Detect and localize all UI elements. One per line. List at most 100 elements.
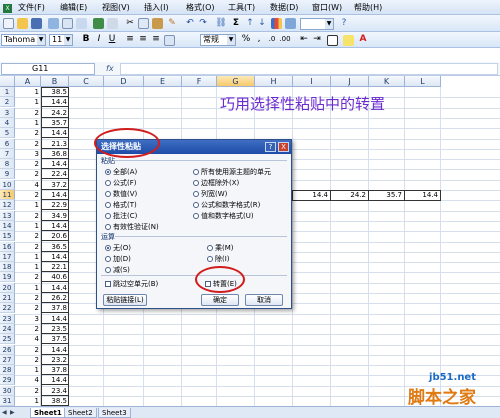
open-icon[interactable] bbox=[17, 18, 28, 29]
first-sheet-icon[interactable]: ◀ bbox=[2, 408, 7, 418]
row-header-18[interactable]: 18 bbox=[0, 262, 15, 273]
row-header-25[interactable]: 25 bbox=[0, 334, 15, 345]
row-header-10[interactable]: 10 bbox=[0, 179, 15, 190]
radio-paste-validation[interactable]: 有效性验证(N) bbox=[105, 223, 159, 231]
cell-a16[interactable]: 2 bbox=[15, 242, 41, 252]
row-header-30[interactable]: 30 bbox=[0, 385, 15, 396]
column-header-l[interactable]: L bbox=[405, 76, 441, 87]
radio-paste-formulas[interactable]: 公式(F) bbox=[105, 179, 137, 187]
cell-a29[interactable]: 4 bbox=[15, 375, 41, 385]
column-header-j[interactable]: J bbox=[331, 76, 369, 87]
cell-a24[interactable]: 2 bbox=[15, 324, 41, 334]
align-left-icon[interactable]: ≡ bbox=[124, 34, 136, 45]
radio-op-none[interactable]: 无(O) bbox=[105, 244, 131, 252]
bold-button[interactable]: B bbox=[80, 34, 92, 45]
cell-a19[interactable]: 2 bbox=[15, 272, 41, 282]
tab-sheet1[interactable]: Sheet1 bbox=[30, 408, 66, 418]
format-painter-icon[interactable]: ✎ bbox=[166, 18, 178, 29]
autosum-icon[interactable]: Σ bbox=[230, 18, 242, 29]
cell-a27[interactable]: 2 bbox=[15, 355, 41, 365]
row-header-21[interactable]: 21 bbox=[0, 293, 15, 303]
new-icon[interactable] bbox=[3, 18, 14, 29]
increase-decimal-icon[interactable]: .0 bbox=[266, 34, 278, 45]
cell-a28[interactable]: 1 bbox=[15, 365, 41, 375]
cell-a1[interactable]: 1 bbox=[15, 87, 41, 97]
row-header-9[interactable]: 9 bbox=[0, 169, 15, 180]
cell-a23[interactable]: 3 bbox=[15, 314, 41, 324]
paste-icon[interactable] bbox=[152, 18, 163, 29]
cell-a13[interactable]: 2 bbox=[15, 211, 41, 221]
row-header-2[interactable]: 2 bbox=[0, 97, 15, 108]
column-header-k[interactable]: K bbox=[369, 76, 405, 87]
row-header-28[interactable]: 28 bbox=[0, 365, 15, 376]
cell-a25[interactable]: 4 bbox=[15, 334, 41, 344]
cell-a20[interactable]: 1 bbox=[15, 283, 41, 293]
print-preview-icon[interactable] bbox=[76, 18, 87, 29]
skip-blanks-checkbox[interactable]: 跳过空单元(B) bbox=[105, 280, 158, 288]
hyperlink-icon[interactable]: ⛓ bbox=[215, 18, 227, 29]
research-icon[interactable] bbox=[107, 18, 118, 29]
chart-wizard-icon[interactable] bbox=[271, 18, 282, 29]
cell-a4[interactable]: 1 bbox=[15, 118, 41, 128]
radio-op-divide[interactable]: 除(I) bbox=[207, 255, 230, 263]
cut-icon[interactable]: ✂ bbox=[124, 18, 136, 29]
row-header-27[interactable]: 27 bbox=[0, 354, 15, 365]
radio-paste-formulas-numbers[interactable]: 公式和数字格式(R) bbox=[193, 201, 260, 209]
row-header-6[interactable]: 6 bbox=[0, 138, 15, 149]
row-header-14[interactable]: 14 bbox=[0, 220, 15, 231]
column-header-i[interactable]: I bbox=[293, 76, 331, 87]
cell-a31[interactable]: 1 bbox=[15, 396, 41, 406]
row-header-3[interactable]: 3 bbox=[0, 107, 15, 118]
cell-a11[interactable]: 2 bbox=[15, 190, 41, 200]
cell-a21[interactable]: 2 bbox=[15, 293, 41, 303]
row-header-19[interactable]: 19 bbox=[0, 272, 15, 283]
formula-input[interactable] bbox=[120, 63, 498, 75]
font-color-icon[interactable]: A bbox=[357, 34, 369, 45]
column-header-f[interactable]: F bbox=[182, 76, 217, 87]
number-format-select[interactable]: 常规 ▼ bbox=[200, 34, 236, 46]
menu-file[interactable]: 文件(F) bbox=[16, 2, 47, 13]
radio-paste-values-numbers[interactable]: 值和数字格式(U) bbox=[193, 212, 254, 220]
row-header-11[interactable]: 11 bbox=[0, 190, 15, 200]
radio-op-multiply[interactable]: 乘(M) bbox=[207, 244, 234, 252]
row-header-17[interactable]: 17 bbox=[0, 251, 15, 262]
cell-a3[interactable]: 2 bbox=[15, 108, 41, 118]
radio-paste-source-theme[interactable]: 所有使用源主题的单元 bbox=[193, 168, 271, 176]
menu-window[interactable]: 窗口(W) bbox=[310, 2, 344, 13]
permission-icon[interactable] bbox=[48, 18, 59, 29]
name-box[interactable]: G11 bbox=[1, 63, 95, 75]
cell-a10[interactable]: 4 bbox=[15, 180, 41, 190]
cell-a9[interactable]: 2 bbox=[15, 169, 41, 179]
column-header-h[interactable]: H bbox=[255, 76, 293, 87]
redo-icon[interactable]: ↷ bbox=[197, 18, 209, 29]
column-header-d[interactable]: D bbox=[104, 76, 144, 87]
borders-icon[interactable] bbox=[327, 35, 338, 46]
menu-data[interactable]: 数据(D) bbox=[268, 2, 300, 13]
cell-a14[interactable]: 1 bbox=[15, 221, 41, 231]
decrease-indent-icon[interactable]: ⇤ bbox=[298, 34, 310, 45]
menu-insert[interactable]: 插入(I) bbox=[142, 2, 171, 13]
fill-color-icon[interactable] bbox=[343, 35, 354, 46]
underline-button[interactable]: U bbox=[106, 34, 118, 45]
copy-icon[interactable] bbox=[138, 18, 149, 29]
cell-a26[interactable]: 2 bbox=[15, 345, 41, 355]
row-header-7[interactable]: 7 bbox=[0, 148, 15, 159]
select-all-corner[interactable] bbox=[0, 76, 15, 87]
cell-a8[interactable]: 2 bbox=[15, 159, 41, 169]
radio-paste-except-borders[interactable]: 边框除外(X) bbox=[193, 179, 239, 187]
radio-paste-formats[interactable]: 格式(T) bbox=[105, 201, 137, 209]
excel-app-icon[interactable]: X bbox=[1, 2, 14, 13]
ok-button[interactable]: 确定 bbox=[201, 294, 239, 306]
row-header-20[interactable]: 20 bbox=[0, 282, 15, 293]
radio-paste-values[interactable]: 数值(V) bbox=[105, 190, 137, 198]
row-header-22[interactable]: 22 bbox=[0, 303, 15, 314]
align-center-icon[interactable]: ≡ bbox=[137, 34, 149, 45]
cell-a5[interactable]: 2 bbox=[15, 128, 41, 138]
sort-descending-icon[interactable]: ↓ bbox=[256, 18, 268, 29]
cell-a2[interactable]: 1 bbox=[15, 97, 41, 107]
row-header-8[interactable]: 8 bbox=[0, 159, 15, 170]
cell-a15[interactable]: 2 bbox=[15, 231, 41, 241]
italic-button[interactable]: I bbox=[93, 34, 105, 45]
cell-a6[interactable]: 2 bbox=[15, 139, 41, 149]
row-header-4[interactable]: 4 bbox=[0, 117, 15, 128]
